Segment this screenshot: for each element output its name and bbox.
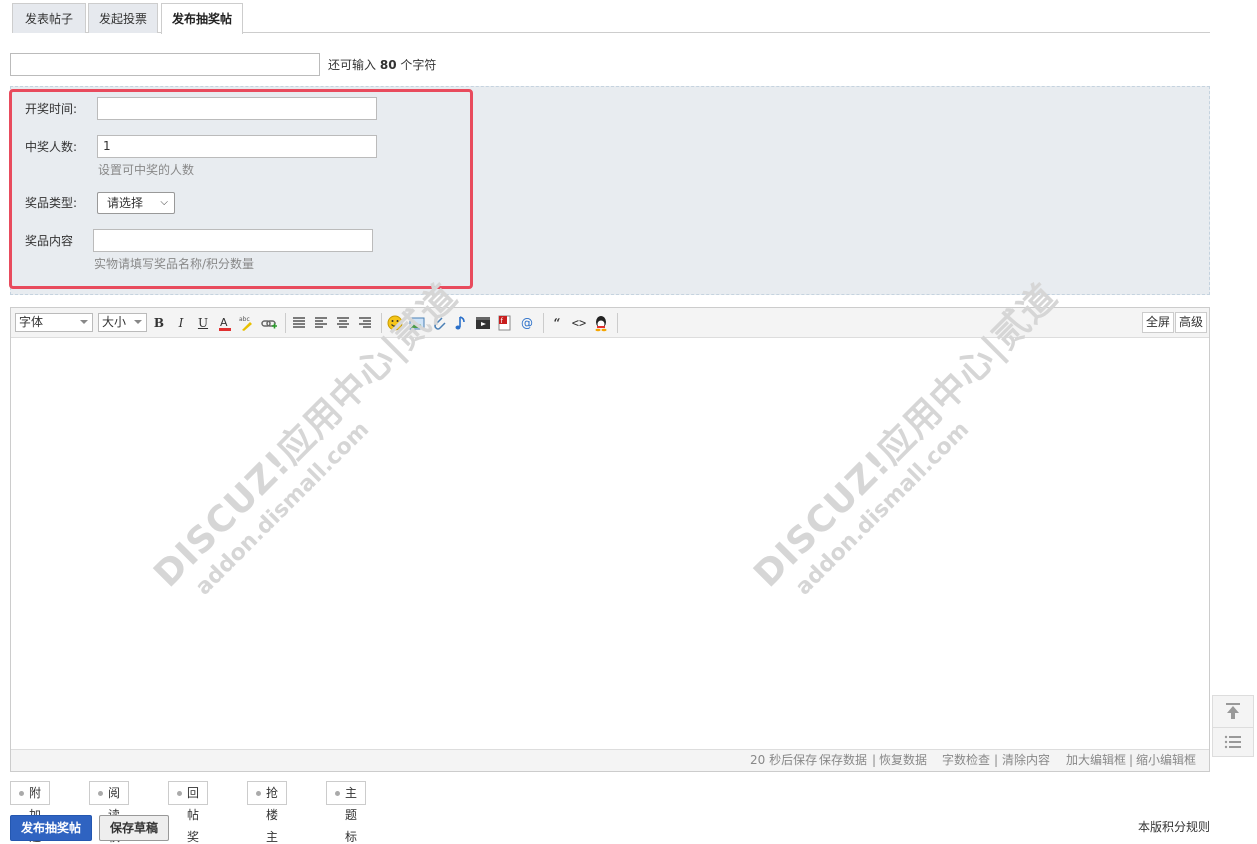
option-read-permission[interactable]: 阅读权限 [89,781,130,844]
music-icon[interactable] [452,314,470,332]
prize-type-select[interactable]: 请选择 ⌵ [97,192,175,214]
font-color-icon[interactable]: A [216,314,234,332]
rich-text-editor: 字体 大小 B I U A abc f @ “ <> 全屏 高级 20 秒后保存… [10,307,1210,772]
toolbar-separator [617,313,618,333]
status-separator: | [994,753,999,767]
credit-rules-link[interactable]: 本版积分规则 [1138,818,1210,835]
align-center-icon[interactable] [334,314,352,332]
advanced-button[interactable]: 高级 [1175,312,1208,333]
toolbar-separator [381,313,382,333]
side-tools [1212,695,1254,757]
align-left-icon[interactable] [312,314,330,332]
flash-icon[interactable]: f [496,314,514,332]
subject-input[interactable] [10,53,320,76]
list-icon[interactable] [1213,727,1253,757]
autosave-timer: 20 秒后保存 [750,753,818,767]
highlight-icon[interactable]: abc [238,314,256,332]
winners-input[interactable]: 1 [97,135,377,158]
char-remaining-prefix: 还可输入 [328,58,377,72]
save-draft-button[interactable]: 保存草稿 [99,815,169,841]
font-select[interactable]: 字体 [15,313,93,332]
enlarge-editor-link[interactable]: 加大编辑框 [1066,750,1126,771]
at-mention-icon[interactable]: @ [518,314,536,332]
submit-lottery-button[interactable]: 发布抽奖帖 [10,815,92,841]
prize-type-selected: 请选择 [107,196,144,210]
tab-lottery[interactable]: 发布抽奖帖 [161,3,243,34]
char-remaining: 还可输入 80 个字符 [328,56,436,73]
status-separator: | [1129,753,1134,767]
save-data-link[interactable]: 保存数据 [819,750,867,771]
option-floor-grab[interactable]: 抢楼主题 [247,781,288,844]
smiley-icon[interactable] [386,314,404,332]
chevron-down-icon [80,320,88,324]
winners-label: 中奖人数: [25,140,78,154]
chevron-down-icon [134,320,142,324]
option-tags[interactable]: 主题标签 [326,781,367,844]
bold-icon[interactable]: B [150,314,168,332]
char-remaining-count: 80 [379,58,397,72]
svg-text:A: A [220,316,228,329]
font-select-label: 字体 [19,315,44,329]
restore-data-link[interactable]: 恢复数据 [879,750,927,771]
back-to-top-icon[interactable] [1213,696,1253,726]
shrink-editor-link[interactable]: 缩小编辑框 [1136,750,1196,771]
char-remaining-suffix: 个字符 [400,58,437,72]
image-icon[interactable] [408,314,426,332]
attachment-icon[interactable] [430,314,448,332]
editor-toolbar: 字体 大小 B I U A abc f @ “ <> 全屏 高级 [11,308,1209,338]
winners-hint: 设置可中奖的人数 [98,163,195,177]
chevron-down-icon: ⌵ [160,197,168,208]
prize-type-label: 奖品类型: [25,196,78,210]
prize-content-label: 奖品内容 [25,234,74,248]
size-select-label: 大小 [102,315,127,329]
toolbar-separator [543,313,544,333]
clear-content-link[interactable]: 清除内容 [1002,750,1050,771]
svg-text:abc: abc [239,316,250,323]
link-icon[interactable] [260,314,278,332]
option-reply-reward[interactable]: 回帖奖励 [168,781,209,844]
draw-time-label: 开奖时间: [25,102,78,116]
code-icon[interactable]: <> [570,314,588,332]
post-type-tabs: 发表帖子 发起投票 发布抽奖帖 [12,2,1210,34]
char-check-link[interactable]: 字数检查 [942,750,990,771]
prize-content-hint: 实物请填写奖品名称/积分数量 [94,257,255,271]
toolbar-separator [285,313,286,333]
align-justify-icon[interactable] [290,314,308,332]
italic-icon[interactable]: I [172,314,190,332]
qq-icon[interactable] [592,314,610,332]
status-separator: | [872,753,877,767]
option-extra[interactable]: 附加选项 [10,781,51,844]
fullscreen-button[interactable]: 全屏 [1142,312,1175,333]
editor-statusbar: 20 秒后保存 保存数据 | 恢复数据 字数检查 | 清除内容 加大编辑框 | … [11,749,1209,771]
tab-poll[interactable]: 发起投票 [88,3,158,33]
quote-icon[interactable]: “ [548,314,566,332]
size-select[interactable]: 大小 [98,313,147,332]
underline-icon[interactable]: U [194,314,212,332]
editor-content-area[interactable] [11,339,1209,750]
prize-content-input[interactable] [93,229,373,252]
draw-time-input[interactable] [97,97,377,120]
video-icon[interactable] [474,314,492,332]
tab-new-post[interactable]: 发表帖子 [12,3,86,33]
align-right-icon[interactable] [356,314,374,332]
